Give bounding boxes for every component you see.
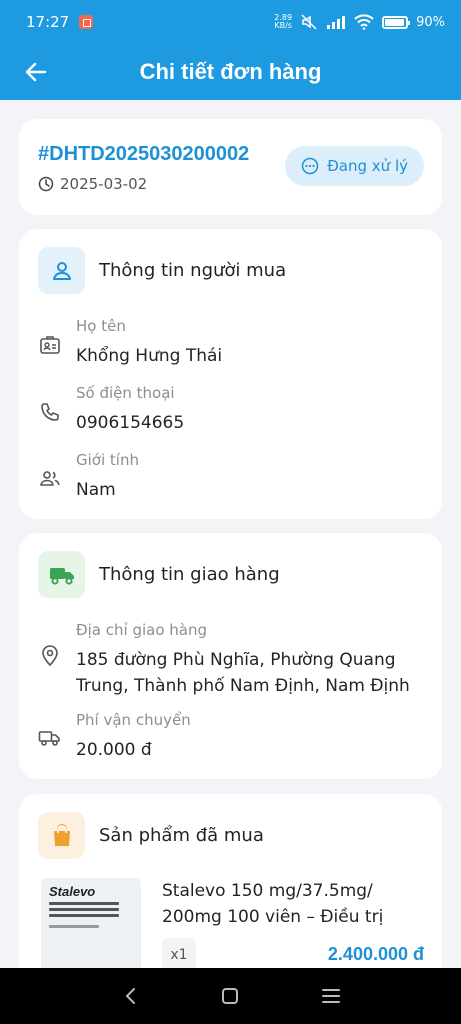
shipping-address-value: 185 đường Phù Nghĩa, Phường Quang Trung,… (76, 650, 410, 696)
id-card-icon (38, 335, 62, 369)
status-time: 17:27 (26, 13, 70, 31)
order-status-text: Đang xử lý (327, 157, 408, 175)
signal-icon (327, 16, 346, 29)
product-price: 2.400.000 đ (327, 944, 424, 964)
status-bar: 17:27 2.89 KB/s 90% (0, 0, 461, 44)
buyer-phone-label: Số điện thoại (76, 384, 175, 402)
shopping-bag-icon (38, 812, 85, 859)
order-status-badge: Đang xử lý (285, 146, 424, 186)
mute-icon (301, 14, 317, 30)
nav-recents-button[interactable] (311, 976, 351, 1016)
buyer-name-label: Họ tên (76, 317, 126, 335)
shipping-info-card: Thông tin giao hàng Địa chỉ giao hàng 18… (19, 533, 442, 779)
buyer-gender-label: Giới tính (76, 451, 139, 469)
product-name: Stalevo 150 mg/37.5mg/ 200mg 100 viên – … (162, 881, 384, 927)
shipping-fee-label: Phí vận chuyển (76, 711, 191, 729)
shipping-section-header: Thông tin giao hàng (38, 551, 280, 598)
scroll-content[interactable]: #DHTD2025030200002 2025-03-02 Đang xử lý… (0, 100, 461, 968)
buyer-section-title: Thông tin người mua (99, 260, 287, 281)
status-icons: 2.89 KB/s 90% (274, 14, 445, 30)
app-bar: Chi tiết đơn hàng (0, 44, 461, 100)
order-summary-card: #DHTD2025030200002 2025-03-02 Đang xử lý (19, 119, 442, 215)
buyer-name-value: Khổng Hưng Thái (76, 346, 223, 366)
phone-icon (38, 402, 62, 436)
system-nav-bar (0, 968, 461, 1024)
order-date: 2025-03-02 (38, 175, 147, 193)
notification-icon (79, 15, 94, 29)
product-item[interactable]: Stalevo Stalevo 150 mg/37.5mg/ 200mg 100… (41, 878, 424, 968)
buyer-name-field: Họ tên Khổng Hưng Thái (38, 317, 428, 369)
wifi-icon (354, 14, 374, 30)
back-button[interactable] (18, 54, 54, 90)
buyer-phone-value: 0906154665 (76, 413, 185, 433)
page-title: Chi tiết đơn hàng (139, 59, 322, 84)
arrow-left-icon (25, 62, 47, 82)
truck-icon (38, 551, 85, 598)
battery-percent: 90% (416, 14, 445, 30)
shipping-address-label: Địa chỉ giao hàng (76, 621, 207, 639)
nav-home-button[interactable] (210, 976, 250, 1016)
shipping-truck-icon (38, 729, 62, 763)
people-icon (38, 469, 62, 503)
products-section-header: Sản phẩm đã mua (38, 812, 264, 859)
products-section-title: Sản phẩm đã mua (99, 825, 264, 846)
shipping-section-title: Thông tin giao hàng (99, 564, 280, 585)
products-card: Sản phẩm đã mua Stalevo Stalevo 150 mg/3… (19, 794, 442, 968)
product-quantity: x1 (162, 938, 196, 968)
order-date-text: 2025-03-02 (60, 175, 148, 193)
more-circle-icon (301, 157, 319, 175)
menu-lines-icon (321, 989, 340, 1003)
location-pin-icon (38, 645, 62, 699)
buyer-section-header: Thông tin người mua (38, 247, 286, 294)
chevron-left-icon (125, 988, 136, 1004)
order-code: #DHTD2025030200002 (38, 143, 250, 165)
buyer-gender-value: Nam (76, 480, 116, 500)
person-icon (38, 247, 85, 294)
product-image-brand: Stalevo (49, 884, 96, 899)
nav-back-button[interactable] (110, 976, 150, 1016)
shipping-address-field: Địa chỉ giao hàng 185 đường Phù Nghĩa, P… (38, 621, 428, 699)
clock-icon (38, 176, 54, 192)
network-speed: 2.89 KB/s (274, 13, 293, 30)
battery-icon (382, 15, 411, 29)
buyer-phone-field: Số điện thoại 0906154665 (38, 384, 428, 436)
shipping-fee-field: Phí vận chuyển 20.000 đ (38, 711, 428, 763)
buyer-info-card: Thông tin người mua Họ tên Khổng Hưng Th… (19, 229, 442, 519)
buyer-gender-field: Giới tính Nam (38, 451, 428, 503)
shipping-fee-value: 20.000 đ (76, 740, 152, 760)
home-square-icon (222, 988, 239, 1004)
product-image: Stalevo (41, 878, 141, 968)
